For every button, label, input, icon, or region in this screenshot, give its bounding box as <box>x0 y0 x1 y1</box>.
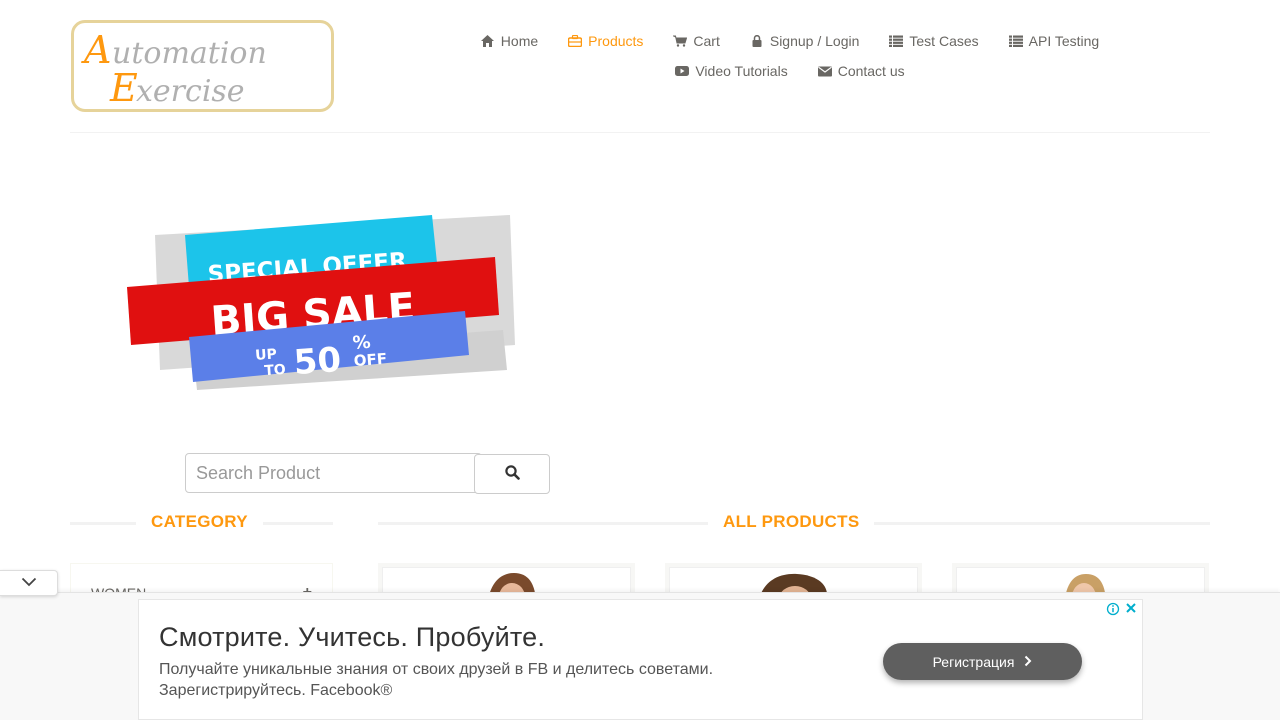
search-button[interactable] <box>474 454 550 494</box>
briefcase-icon <box>568 34 583 48</box>
list-icon <box>889 34 904 48</box>
ad-banner[interactable]: Смотрите. Учитесь. Пробуйте. Получайте у… <box>138 599 1143 720</box>
nav-api-testing[interactable]: API Testing <box>994 33 1115 49</box>
search-input[interactable] <box>185 453 482 493</box>
svg-text:E: E <box>109 66 138 109</box>
nav-home[interactable]: Home <box>466 33 553 49</box>
banner-up: UP <box>255 346 278 363</box>
nav-row-2: Video Tutorials Contact us <box>420 56 1160 86</box>
ad-register-label: Регистрация <box>932 653 1015 670</box>
header-divider <box>70 132 1210 133</box>
nav-signup-login[interactable]: Signup / Login <box>735 33 875 49</box>
banner-off: OFF <box>353 350 387 370</box>
nav-contact-us[interactable]: Contact us <box>803 63 920 79</box>
ad-text: Получайте уникальные знания от своих дру… <box>159 661 714 699</box>
search-icon <box>504 465 520 483</box>
nav-contact-us-label: Contact us <box>837 63 905 79</box>
list-icon <box>1008 34 1023 48</box>
cart-icon <box>673 34 688 48</box>
nav-signup-login-label: Signup / Login <box>769 33 860 49</box>
banner-percent: 50 <box>292 340 342 383</box>
chevron-down-icon <box>21 574 37 592</box>
nav-cart[interactable]: Cart <box>658 33 734 49</box>
page: A utomation E xercise Home Products Cart… <box>0 0 1280 720</box>
site-logo[interactable]: A utomation E xercise <box>71 20 334 112</box>
nav-row-1: Home Products Cart Signup / Login Test C… <box>420 26 1160 56</box>
nav-products[interactable]: Products <box>553 33 658 49</box>
all-products-title: ALL PRODUCTS <box>708 512 875 532</box>
nav-cart-label: Cart <box>693 33 720 49</box>
svg-text:xercise: xercise <box>136 74 245 109</box>
nav-test-cases[interactable]: Test Cases <box>874 33 993 49</box>
main-nav: Home Products Cart Signup / Login Test C… <box>420 26 1160 86</box>
nav-video-tutorials-label: Video Tutorials <box>695 63 788 79</box>
sale-banner: SPECIAL OFFER BIG SALE UP TO 50 % OFF <box>125 205 520 395</box>
home-icon <box>481 34 495 48</box>
ad-close-icon[interactable] <box>1124 601 1138 615</box>
chevron-right-icon <box>1024 654 1032 670</box>
lock-icon <box>750 34 764 48</box>
envelope-icon <box>817 64 832 78</box>
nav-home-label: Home <box>500 33 539 49</box>
ad-info-icon[interactable] <box>1106 602 1120 616</box>
ad-register-button[interactable]: Регистрация <box>883 643 1082 680</box>
banner-to: TO <box>264 362 287 379</box>
svg-text:A: A <box>81 28 111 72</box>
ad-collapse-toggle[interactable] <box>0 570 58 596</box>
nav-video-tutorials[interactable]: Video Tutorials <box>660 63 802 79</box>
nav-test-cases-label: Test Cases <box>909 33 979 49</box>
youtube-icon <box>675 64 690 78</box>
nav-api-testing-label: API Testing <box>1028 33 1100 49</box>
nav-products-label: Products <box>588 33 644 49</box>
ad-title: Смотрите. Учитесь. Пробуйте. <box>159 622 546 652</box>
category-title: CATEGORY <box>136 512 263 532</box>
